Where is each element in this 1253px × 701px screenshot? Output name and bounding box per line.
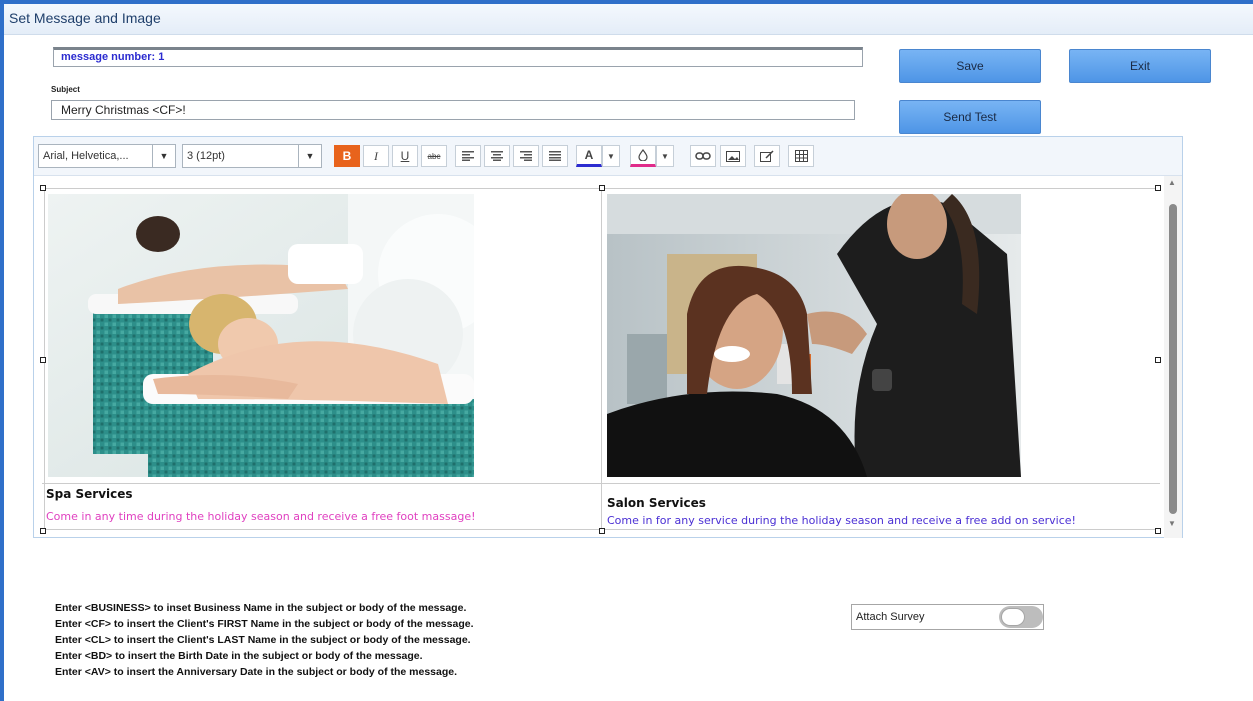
save-button[interactable]: Save [899,49,1041,83]
toggle-knob [1001,608,1025,626]
image-icon[interactable] [720,145,746,167]
note-line: Enter <BD> to insert the Birth Date in t… [55,650,423,662]
resize-handle[interactable] [599,528,605,534]
edit-html-icon[interactable] [754,145,780,167]
title-bar: Set Message and Image [4,4,1253,35]
window-title: Set Message and Image [9,10,161,26]
attach-survey-toggle[interactable] [999,606,1043,628]
align-left-icon[interactable] [455,145,481,167]
strikethrough-icon[interactable]: abc [421,145,447,167]
spa-title: Spa Services [46,487,133,501]
message-number-text: message number: 1 [61,51,165,63]
resize-handle[interactable] [40,185,46,191]
resize-handle[interactable] [40,528,46,534]
align-right-icon[interactable] [513,145,539,167]
bold-icon[interactable]: B [334,145,360,167]
subject-input[interactable]: Merry Christmas <CF>! [51,100,855,120]
resize-handle[interactable] [1155,357,1161,363]
italic-icon[interactable]: I [363,145,389,167]
note-line: Enter <CF> to insert the Client's FIRST … [55,618,474,630]
rich-text-editor[interactable]: Arial, Helvetica,... ▼ 3 (12pt) ▼ B I U … [33,136,1183,538]
spa-photo[interactable] [48,194,474,477]
salon-photo[interactable] [607,194,1021,477]
note-line: Enter <CL> to insert the Client's LAST N… [55,634,471,646]
scroll-thumb[interactable] [1169,204,1177,514]
align-center-icon[interactable] [484,145,510,167]
message-number-field[interactable]: message number: 1 [53,47,863,67]
send-test-button[interactable]: Send Test [899,100,1041,134]
font-color-icon[interactable]: A [576,145,602,167]
attach-survey-label: Attach Survey [856,611,925,623]
scroll-down-icon[interactable]: ▼ [1168,519,1176,528]
scroll-up-icon[interactable]: ▲ [1168,178,1176,187]
chevron-down-icon[interactable]: ▼ [656,145,674,167]
font-family-select[interactable]: Arial, Helvetica,... ▼ [38,144,176,168]
chevron-down-icon[interactable]: ▼ [602,145,620,167]
resize-handle[interactable] [40,357,46,363]
editor-content[interactable]: Spa Services Come in any time during the… [34,176,1164,538]
table-icon[interactable] [788,145,814,167]
font-size-value: 3 (12pt) [187,150,225,162]
chevron-down-icon: ▼ [152,145,175,167]
salon-title: Salon Services [607,496,706,510]
attach-survey-control: Attach Survey [851,604,1044,630]
subject-label: Subject [51,85,80,94]
chevron-down-icon: ▼ [298,145,321,167]
note-line: Enter <BUSINESS> to inset Business Name … [55,602,467,614]
resize-handle[interactable] [1155,185,1161,191]
underline-icon[interactable]: U [392,145,418,167]
subject-value: Merry Christmas <CF>! [61,103,186,117]
spa-text: Come in any time during the holiday seas… [46,510,476,523]
salon-text: Come in for any service during the holid… [607,514,1076,527]
font-family-value: Arial, Helvetica,... [43,150,129,162]
main-window: Set Message and Image message number: 1 … [4,0,1253,701]
placeholder-notes: Enter <BUSINESS> to inset Business Name … [55,600,474,680]
justify-icon[interactable] [542,145,568,167]
exit-button[interactable]: Exit [1069,49,1211,83]
note-line: Enter <AV> to insert the Anniversary Dat… [55,666,458,678]
editor-toolbar: Arial, Helvetica,... ▼ 3 (12pt) ▼ B I U … [34,137,1182,176]
resize-handle[interactable] [1155,528,1161,534]
background-color-icon[interactable] [630,145,656,167]
editor-scrollbar[interactable]: ▲ ▼ [1164,176,1182,538]
link-icon[interactable] [690,145,716,167]
resize-handle[interactable] [599,185,605,191]
font-size-select[interactable]: 3 (12pt) ▼ [182,144,322,168]
